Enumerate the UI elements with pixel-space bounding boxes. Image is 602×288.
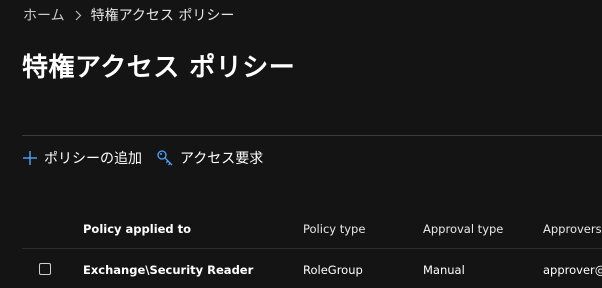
column-header-approvers[interactable]: Approvers: [543, 218, 602, 240]
divider: [22, 135, 602, 136]
header-divider: [22, 248, 602, 249]
policy-type-cell: RoleGroup: [303, 263, 363, 277]
breadcrumb: ホーム 特権アクセス ポリシー: [23, 5, 234, 25]
command-bar: ポリシーの追加 アクセス要求: [22, 146, 263, 170]
approvers-cell: approver@: [543, 263, 602, 277]
add-policy-button[interactable]: ポリシーの追加: [22, 148, 142, 168]
approval-type-cell: Manual: [423, 263, 465, 277]
access-request-button[interactable]: アクセス要求: [156, 148, 263, 168]
access-request-label: アクセス要求: [180, 151, 264, 167]
column-header-approval-type[interactable]: Approval type: [423, 218, 503, 240]
column-header-policy-applied-to[interactable]: Policy applied to: [83, 218, 191, 240]
chevron-right-icon: [75, 10, 82, 21]
plus-icon: [22, 150, 38, 166]
policy-applied-to-cell[interactable]: Exchange\Security Reader: [83, 259, 253, 281]
page-title: 特権アクセス ポリシー: [22, 53, 296, 83]
key-icon: [156, 149, 174, 167]
row-select-checkbox[interactable]: [39, 263, 51, 275]
add-policy-label: ポリシーの追加: [44, 151, 142, 167]
breadcrumb-home-link[interactable]: ホーム: [23, 5, 65, 25]
column-header-policy-type[interactable]: Policy type: [303, 218, 365, 240]
table-header: Policy applied to Policy type Approval t…: [0, 218, 602, 240]
table-row[interactable]: Exchange\Security Reader RoleGroup Manua…: [0, 259, 602, 281]
breadcrumb-current: 特権アクセス ポリシー: [90, 8, 235, 24]
